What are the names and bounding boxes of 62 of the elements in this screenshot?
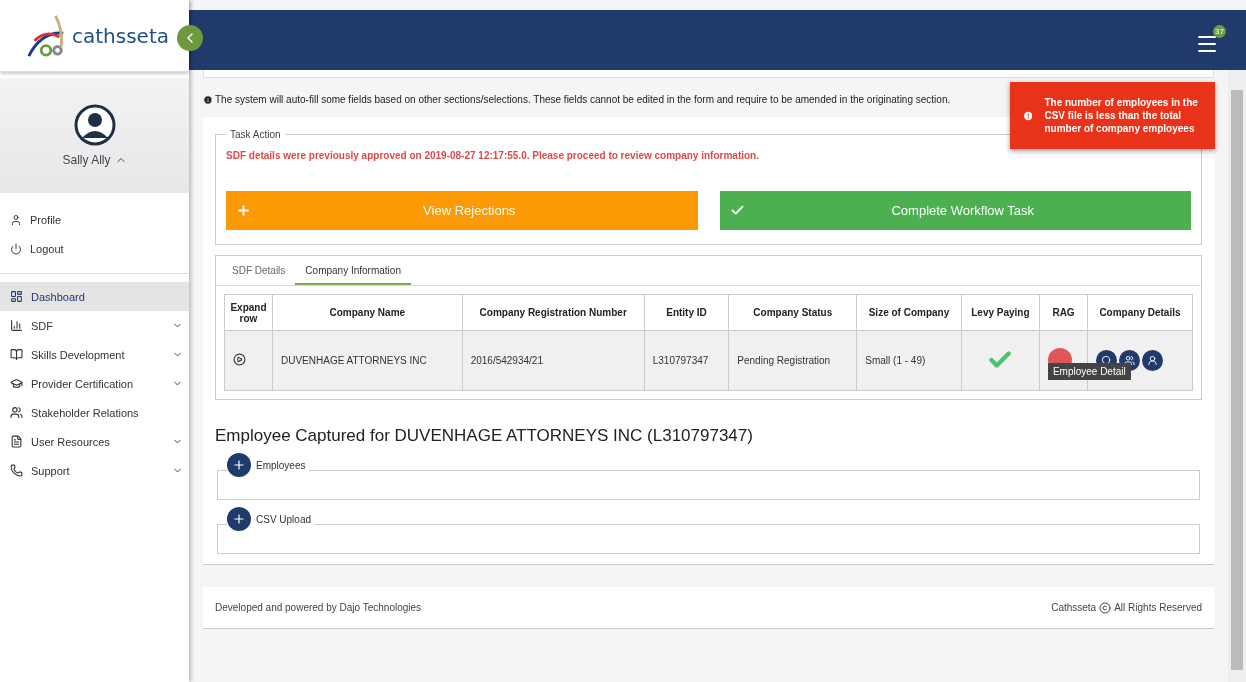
nav-item[interactable]: Provider Certification xyxy=(0,369,189,398)
plus-icon xyxy=(232,458,246,472)
brand-name: cathsseta xyxy=(72,23,169,48)
table-cell: L310797347 xyxy=(644,330,729,391)
footer-brand: Cathsseta xyxy=(1051,602,1097,613)
nav-item[interactable]: Support xyxy=(0,456,189,485)
table-cell: Pending Registration xyxy=(728,330,857,391)
person-icon xyxy=(10,213,22,226)
column-header: Size of Company xyxy=(856,294,962,331)
bar-chart-icon xyxy=(10,319,23,332)
group-legend: Task Action xyxy=(226,129,285,140)
plus-icon xyxy=(232,512,246,526)
column-header: Expand row xyxy=(224,294,273,331)
expand-button[interactable] xyxy=(227,453,251,477)
copyright-icon xyxy=(1099,601,1112,614)
tab[interactable]: Company Information xyxy=(295,256,411,285)
column-header: Company Registration Number xyxy=(462,294,645,331)
expand-row-icon[interactable] xyxy=(233,353,246,366)
phone-icon xyxy=(10,464,23,477)
nav-item[interactable]: Stakeholder Relations xyxy=(0,398,189,427)
book-icon xyxy=(10,348,23,361)
section-title: Employee Captured for DUVENHAGE ATTORNEYS INC (L310797347) xyxy=(215,426,754,446)
collapse-sidebar-button[interactable] xyxy=(177,25,203,51)
people-icon xyxy=(10,406,23,419)
column-header: Company Status xyxy=(728,294,857,331)
graduation-cap-icon xyxy=(10,377,23,390)
table-cell: 2016/542934/21 xyxy=(462,330,645,391)
column-header: Company Details xyxy=(1087,294,1193,331)
tooltip: Employee Detail xyxy=(1047,363,1131,380)
nav-item[interactable]: User Resources xyxy=(0,427,189,456)
user-menu[interactable]: Sally Ally xyxy=(56,151,133,168)
logo-icon xyxy=(26,13,66,58)
status-message: SDF details were previously approved on 2019-08-27 12:17:55.0. Please proceed to review company information. xyxy=(226,150,760,161)
info-icon xyxy=(203,94,213,105)
account-menu-item[interactable]: Logout xyxy=(0,234,189,263)
column-header: Company Name xyxy=(272,294,463,331)
dashboard-icon xyxy=(10,290,23,303)
scrollbar-thumb[interactable] xyxy=(1231,90,1243,670)
panel-label: CSV Upload xyxy=(256,513,312,525)
footer-rights: All Rights Reserved xyxy=(1114,602,1202,613)
panel-label: Employees xyxy=(256,459,306,471)
column-header: RAG xyxy=(1039,294,1088,331)
document-icon xyxy=(10,435,23,448)
person-icon xyxy=(1146,355,1158,366)
tab[interactable]: SDF Details xyxy=(222,256,296,285)
column-header: Levy Paying xyxy=(961,294,1040,331)
nav-item[interactable]: Skills Development xyxy=(0,340,189,369)
footer-credit: Developed and powered by Dajo Technologies xyxy=(215,602,422,613)
table-cell: DUVENHAGE ATTORNEYS INC xyxy=(272,330,463,391)
table-cell: Small (1 - 49) xyxy=(856,330,962,391)
nav-item[interactable]: SDF xyxy=(0,311,189,340)
account-menu-item[interactable]: Profile xyxy=(0,205,189,234)
power-icon xyxy=(10,242,22,255)
check-icon xyxy=(729,203,745,218)
nav-item[interactable]: Dashboard xyxy=(0,282,189,311)
people-icon xyxy=(1123,355,1135,366)
toast-message: The number of employees in the CSV file is less than the total number of company employees xyxy=(1044,96,1199,135)
avatar-icon xyxy=(73,103,116,146)
expand-button[interactable] xyxy=(227,507,251,531)
plus-icon xyxy=(236,203,251,218)
user-button[interactable] xyxy=(1141,350,1163,371)
column-header: Entity ID xyxy=(644,294,729,331)
